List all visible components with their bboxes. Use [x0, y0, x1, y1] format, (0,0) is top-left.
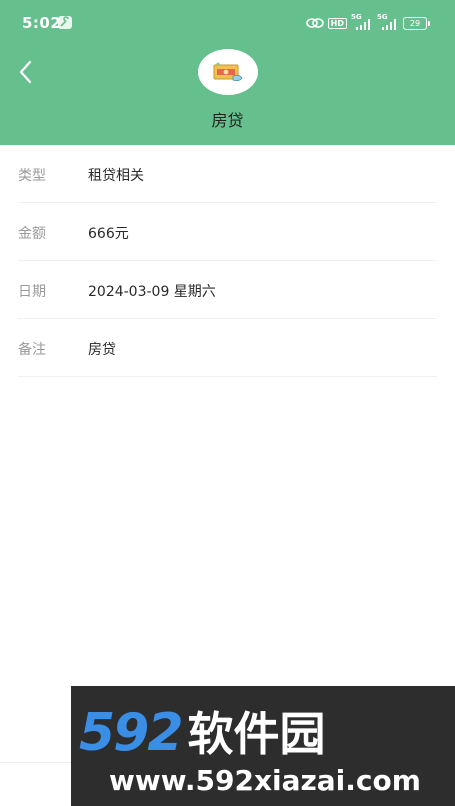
- status-icons: HD 5G 5G 29: [305, 13, 430, 32]
- sim2-signal: 5G: [377, 13, 399, 30]
- watermark-logo: 592 软件园 www.592xiazai.com: [71, 686, 455, 806]
- detail-row-date: 日期 2024-03-09 星期六: [0, 261, 455, 319]
- detail-value: 666元: [88, 226, 129, 242]
- signal-icon: [356, 19, 370, 30]
- money-bill-icon: [213, 62, 243, 82]
- back-button[interactable]: [12, 58, 42, 88]
- detail-label: 金额: [18, 226, 46, 242]
- wrench-icon: [58, 16, 72, 29]
- detail-value: 租贷相关: [88, 168, 144, 184]
- detail-value: 2024-03-09 星期六: [88, 284, 216, 300]
- signal-icon: [382, 19, 396, 30]
- hd-badge: HD: [327, 17, 347, 29]
- detail-label: 类型: [18, 168, 46, 184]
- detail-list: 类型 租贷相关 金额 666元 日期 2024-03-09 星期六 备注 房贷: [0, 145, 455, 377]
- watermark-number: 592: [79, 703, 184, 763]
- watermark-name: 软件园: [187, 707, 326, 761]
- sim1-signal: 5G: [351, 13, 373, 30]
- detail-label: 日期: [18, 284, 46, 300]
- watermark-url: www.592xiazai.com: [109, 764, 421, 797]
- detail-value: 房贷: [88, 342, 116, 358]
- watermark-brand: 592 软件园: [79, 698, 326, 764]
- link-icon: [305, 18, 324, 28]
- detail-label: 备注: [18, 342, 46, 358]
- detail-row-type: 类型 租贷相关: [0, 145, 455, 203]
- detail-row-note: 备注 房贷: [0, 319, 455, 377]
- status-time: 5:02: [22, 14, 62, 32]
- status-bar: 5:02 HD 5G 5G 29: [0, 0, 455, 46]
- battery-icon: 29: [403, 16, 430, 30]
- page-title: 房贷: [211, 111, 244, 130]
- category-avatar: [198, 49, 258, 95]
- detail-row-amount: 金额 666元: [0, 203, 455, 261]
- header: 5:02 HD 5G 5G 29 房贷: [0, 0, 455, 145]
